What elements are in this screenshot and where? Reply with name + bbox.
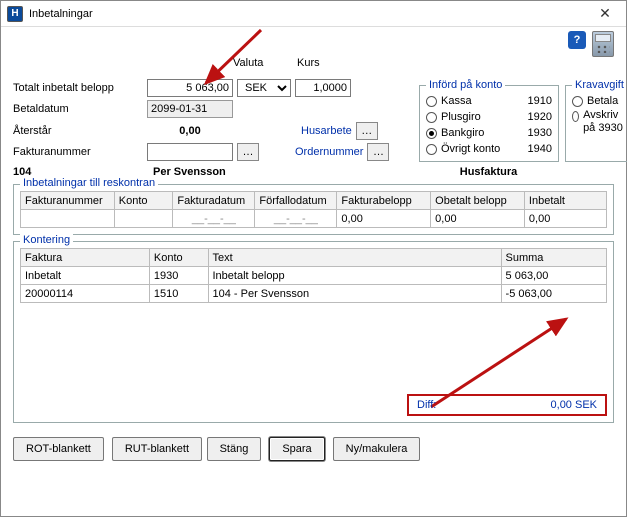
table-header-row: Fakturanummer Konto Fakturadatum Förfall… [21, 192, 607, 210]
radio-icon [572, 111, 579, 122]
valuta-select[interactable]: SEK [237, 79, 291, 97]
inford-legend: Införd på konto [426, 79, 505, 91]
reskontra-legend: Inbetalningar till reskontran [20, 177, 158, 189]
label-fakturanummer: Fakturanummer [13, 146, 143, 158]
krav-legend: Kravavgift [572, 79, 627, 91]
krav-group: Kravavgift Betala Avskriv på 3930 [565, 79, 627, 162]
rut-button[interactable]: RUT-blankett [112, 437, 202, 461]
kontering-group: Kontering Faktura Konto Text Summa Inbet… [13, 241, 614, 423]
ny-button[interactable]: Ny/makulera [333, 437, 421, 461]
stang-button[interactable]: Stäng [207, 437, 262, 461]
diff-box: Diff: 0,00 SEK [407, 394, 607, 416]
info-type: Husfaktura [363, 166, 614, 178]
inford-option-ovrigt[interactable]: Övrigt konto 1940 [426, 141, 552, 157]
radio-icon [426, 112, 437, 123]
label-valuta: Valuta [233, 57, 263, 69]
kontering-table: Faktura Konto Text Summa Inbetalt 1930 I… [20, 248, 607, 303]
radio-icon [572, 96, 583, 107]
husarbete-button[interactable]: … [356, 122, 378, 140]
table-header-row: Faktura Konto Text Summa [21, 249, 607, 267]
table-row[interactable]: __-__-__ __-__-__ 0,00 0,00 0,00 [21, 210, 607, 228]
fakturanummer-input[interactable] [147, 143, 233, 161]
label-aterstar: Återstår [13, 125, 143, 137]
info-name: Per Svensson [153, 166, 363, 178]
radio-icon [426, 96, 437, 107]
spara-button[interactable]: Spara [269, 437, 324, 461]
inford-option-plusgiro[interactable]: Plusgiro 1920 [426, 109, 552, 125]
fakturanummer-lookup[interactable]: … [237, 143, 259, 161]
radio-icon [426, 128, 437, 139]
betaldatum-field: 2099-01-31 [147, 100, 233, 118]
aterstar-value: 0,00 [147, 125, 233, 137]
kontering-legend: Kontering [20, 234, 73, 246]
titlebar: H Inbetalningar ✕ [1, 1, 626, 27]
inford-group: Införd på konto Kassa 1910 Plusgiro 1920… [419, 79, 559, 162]
radio-icon [426, 144, 437, 155]
krav-option-avskriv[interactable]: Avskriv på 3930 [572, 109, 627, 135]
label-betaldatum: Betaldatum [13, 103, 143, 115]
diff-label: Diff: [417, 399, 436, 411]
app-icon: H [7, 6, 23, 22]
rot-button[interactable]: ROT-blankett [13, 437, 104, 461]
label-husarbete: Husarbete [301, 125, 352, 137]
reskontra-group: Inbetalningar till reskontran Fakturanum… [13, 184, 614, 235]
label-ordernummer: Ordernummer [295, 146, 363, 158]
client-area: ? Valuta Kurs Totalt inbetalt belopp SEK [1, 27, 626, 516]
window: H Inbetalningar ✕ ? Valuta Kurs Totalt i… [0, 0, 627, 517]
inford-option-kassa[interactable]: Kassa 1910 [426, 93, 552, 109]
inford-option-bankgiro[interactable]: Bankgiro 1930 [426, 125, 552, 141]
total-input[interactable] [147, 79, 233, 97]
kurs-input[interactable] [295, 79, 351, 97]
ordernummer-button[interactable]: … [367, 143, 389, 161]
help-icon[interactable]: ? [568, 31, 586, 49]
window-title: Inbetalningar [29, 8, 588, 20]
reskontra-table: Fakturanummer Konto Fakturadatum Förfall… [20, 191, 607, 228]
label-kurs: Kurs [297, 57, 320, 69]
diff-value: 0,00 SEK [551, 399, 597, 411]
krav-option-betala[interactable]: Betala [572, 93, 627, 109]
label-total: Totalt inbetalt belopp [13, 82, 143, 94]
close-icon[interactable]: ✕ [588, 4, 622, 24]
calculator-icon[interactable] [592, 31, 614, 57]
table-row[interactable]: 20000114 1510 104 - Per Svensson -5 063,… [21, 285, 607, 303]
table-row[interactable]: Inbetalt 1930 Inbetalt belopp 5 063,00 [21, 267, 607, 285]
